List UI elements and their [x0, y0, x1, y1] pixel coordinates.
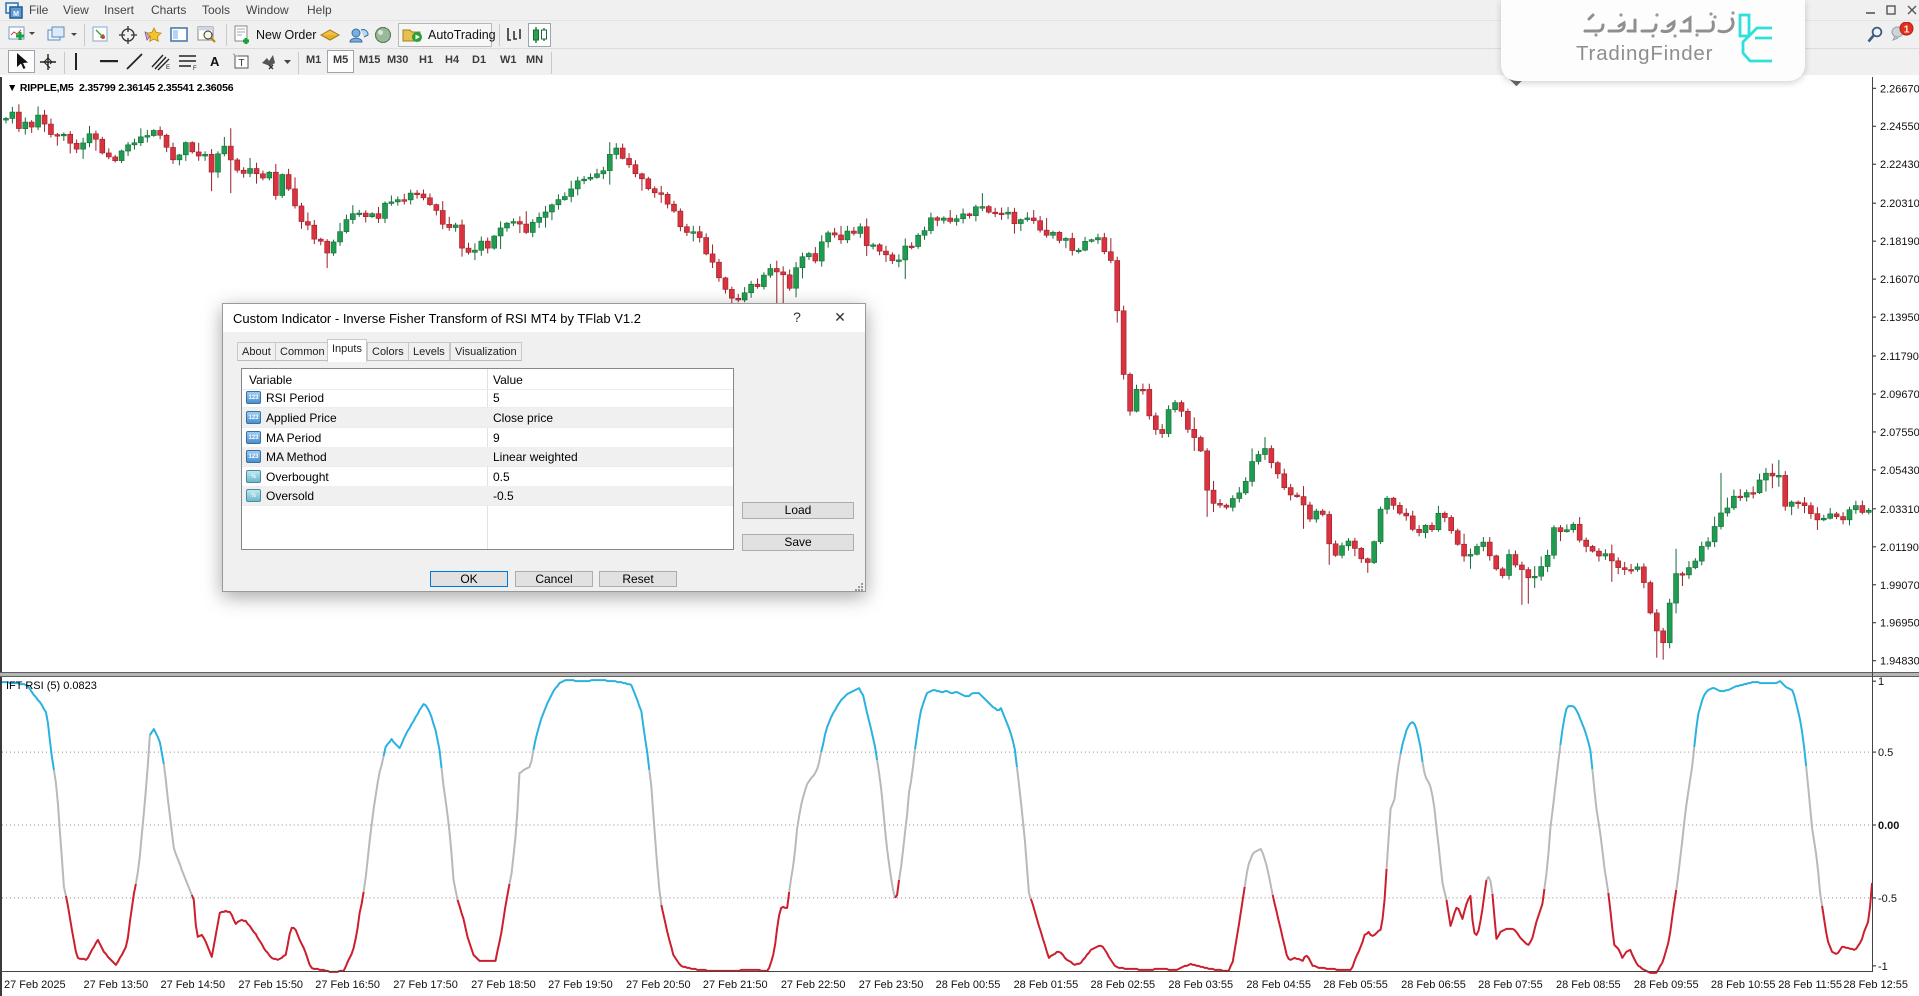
svg-text:27 Feb 16:50: 27 Feb 16:50 [315, 979, 380, 991]
svg-text:1.99070: 1.99070 [1880, 580, 1919, 592]
svg-text:28 Feb 06:55: 28 Feb 06:55 [1401, 979, 1466, 991]
svg-text:28 Feb 07:55: 28 Feb 07:55 [1478, 979, 1543, 991]
svg-text:2.16070: 2.16070 [1880, 274, 1919, 286]
svg-text:T: T [238, 58, 244, 69]
svg-text:28 Feb 04:55: 28 Feb 04:55 [1246, 979, 1311, 991]
svg-text:28 Feb 03:55: 28 Feb 03:55 [1168, 979, 1233, 991]
svg-text:28 Feb 00:55: 28 Feb 00:55 [936, 979, 1001, 991]
svg-text:0.5: 0.5 [1878, 747, 1893, 759]
svg-text:M: M [13, 11, 19, 18]
svg-text:2.03310: 2.03310 [1880, 504, 1919, 516]
svg-text:27 Feb 20:50: 27 Feb 20:50 [626, 979, 691, 991]
svg-text:28 Feb 12:55: 28 Feb 12:55 [1843, 979, 1908, 991]
svg-text:28 Feb 09:55: 28 Feb 09:55 [1634, 979, 1699, 991]
svg-text:2.18190: 2.18190 [1880, 236, 1919, 248]
svg-text:27 Feb 23:50: 27 Feb 23:50 [859, 979, 924, 991]
svg-text:-1: -1 [1878, 961, 1888, 973]
svg-text:27 Feb 21:50: 27 Feb 21:50 [703, 979, 768, 991]
svg-text:-0.5: -0.5 [1878, 893, 1897, 905]
svg-text:28 Feb 11:55: 28 Feb 11:55 [1778, 979, 1842, 991]
svg-text:2.24550: 2.24550 [1880, 121, 1919, 133]
svg-text:2.22430: 2.22430 [1880, 159, 1919, 171]
svg-text:27 Feb 18:50: 27 Feb 18:50 [471, 979, 536, 991]
svg-text:2.05430: 2.05430 [1880, 465, 1919, 477]
svg-text:2.09670: 2.09670 [1880, 389, 1919, 401]
svg-text:28 Feb 05:55: 28 Feb 05:55 [1323, 979, 1388, 991]
svg-text:2.26670: 2.26670 [1880, 83, 1919, 95]
svg-text:2.07550: 2.07550 [1880, 427, 1919, 439]
svg-text:E: E [166, 65, 170, 71]
svg-text:28 Feb 02:55: 28 Feb 02:55 [1091, 979, 1156, 991]
svg-text:2.11790: 2.11790 [1880, 351, 1919, 363]
svg-text:0.00: 0.00 [1878, 820, 1899, 832]
svg-text:27 Feb 15:50: 27 Feb 15:50 [238, 979, 303, 991]
svg-text:F: F [193, 66, 197, 71]
svg-text:1.96950: 1.96950 [1880, 618, 1919, 630]
svg-text:1: 1 [1878, 677, 1884, 688]
svg-text:2.01190: 2.01190 [1880, 542, 1919, 554]
svg-text:27 Feb 2025: 27 Feb 2025 [4, 979, 66, 991]
svg-text:1: 1 [1904, 24, 1910, 36]
svg-text:27 Feb 22:50: 27 Feb 22:50 [781, 979, 846, 991]
svg-text:28 Feb 10:55: 28 Feb 10:55 [1711, 979, 1776, 991]
svg-text:1.94830: 1.94830 [1880, 656, 1919, 668]
svg-text:28 Feb 08:55: 28 Feb 08:55 [1556, 979, 1621, 991]
svg-text:2.20310: 2.20310 [1880, 198, 1919, 210]
svg-text:27 Feb 14:50: 27 Feb 14:50 [160, 979, 225, 991]
svg-text:27 Feb 19:50: 27 Feb 19:50 [548, 979, 613, 991]
svg-text:27 Feb 17:50: 27 Feb 17:50 [393, 979, 458, 991]
svg-text:2.13950: 2.13950 [1880, 312, 1919, 324]
svg-text:28 Feb 01:55: 28 Feb 01:55 [1014, 979, 1079, 991]
svg-text:27 Feb 13:50: 27 Feb 13:50 [84, 979, 149, 991]
